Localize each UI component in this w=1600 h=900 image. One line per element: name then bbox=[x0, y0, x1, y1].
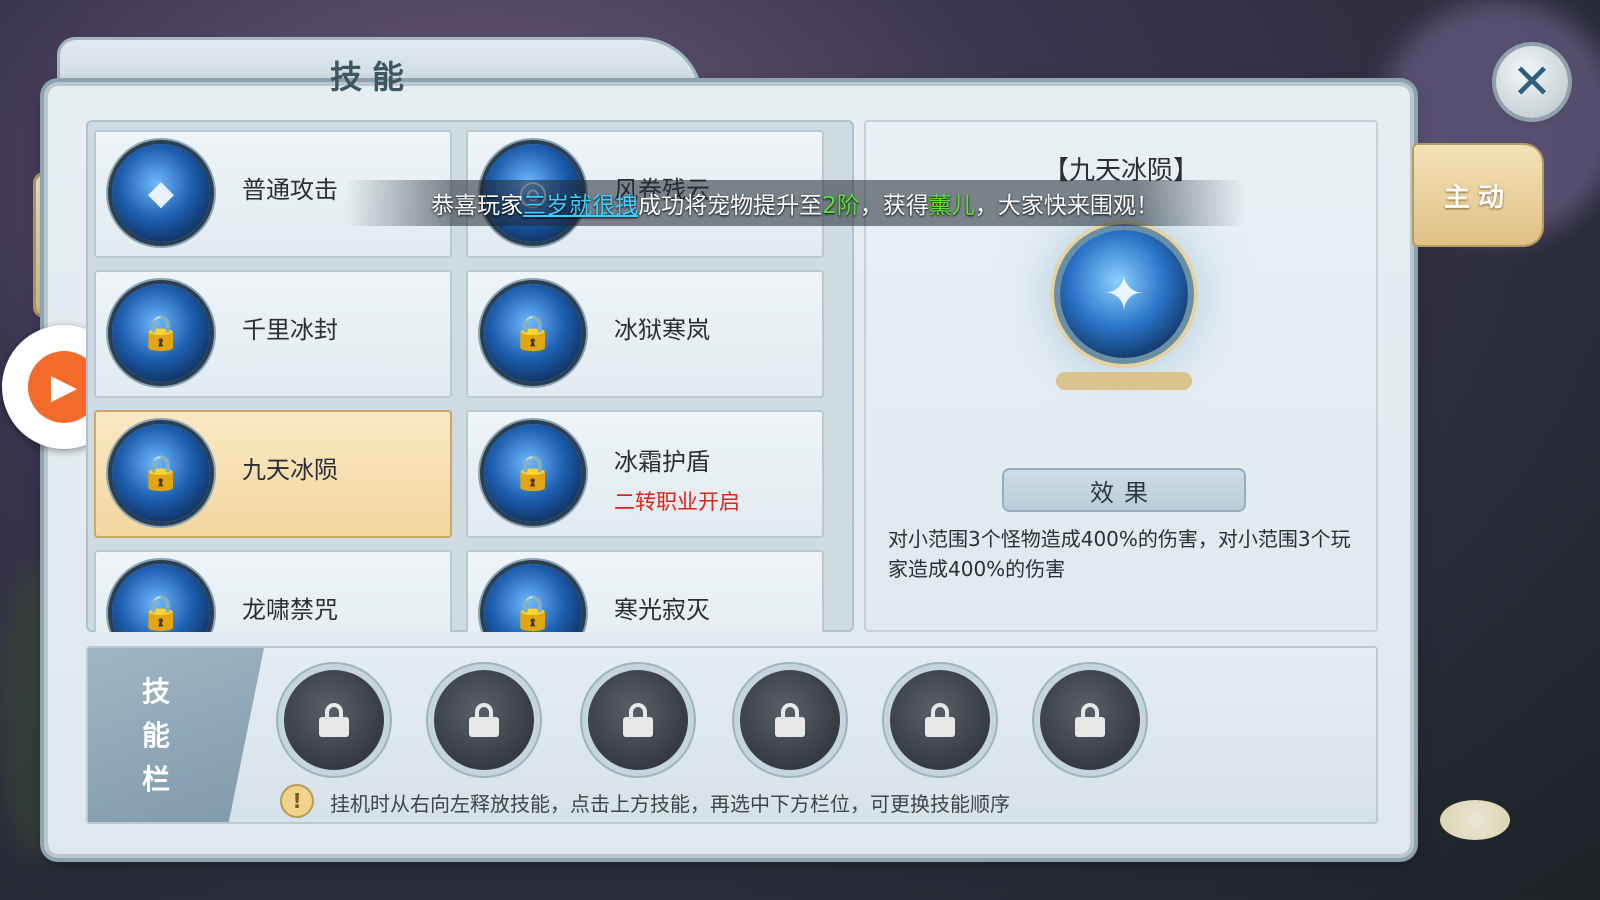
announcement-pet: 薰儿 bbox=[928, 193, 975, 219]
skill-name: 龙啸禁咒 bbox=[242, 596, 338, 624]
skill-card[interactable]: 🔒 龙啸禁咒 bbox=[94, 550, 452, 632]
lotus-decoration bbox=[1440, 800, 1510, 840]
announcement-player-link[interactable]: 三岁就很拽 bbox=[523, 186, 638, 220]
skill-card[interactable]: 🔒 冰霜护盾 二转职业开启 bbox=[466, 410, 824, 538]
skill-bar-label-background bbox=[88, 648, 264, 822]
announcement-prefix: 恭喜玩家 bbox=[431, 193, 524, 219]
lock-icon bbox=[925, 703, 955, 737]
lock-icon bbox=[623, 703, 653, 737]
lock-icon bbox=[1075, 703, 1105, 737]
skill-name: 九天冰陨 bbox=[242, 456, 338, 484]
lock-icon: 🔒 bbox=[484, 424, 582, 522]
lock-icon: 🔒 bbox=[112, 424, 210, 522]
skill-name: 寒光寂灭 bbox=[614, 596, 710, 624]
skill-slot-1[interactable] bbox=[284, 670, 384, 770]
lock-icon: 🔒 bbox=[484, 284, 582, 382]
skill-emblem-icon: ✦ bbox=[1060, 230, 1188, 358]
close-button[interactable]: ✕ bbox=[1496, 46, 1568, 118]
announcement-suffix: ，大家快来围观！ bbox=[974, 193, 1159, 219]
skill-bar-label: 技 能 栏 bbox=[136, 670, 176, 802]
skill-bar: 技 能 栏 ! 挂机时从右向左释放技能，点击上方技能，再选中下方栏位，可更换技能… bbox=[86, 646, 1378, 824]
skill-slot-3[interactable] bbox=[588, 670, 688, 770]
info-icon: ! bbox=[282, 786, 312, 816]
lock-icon bbox=[319, 703, 349, 737]
announcement-middle: 成功将宠物提升至 bbox=[638, 193, 823, 219]
skill-bar-label-char: 能 bbox=[141, 719, 170, 752]
close-icon: ✕ bbox=[1511, 54, 1553, 110]
skill-card[interactable]: 🔒 寒光寂灭 bbox=[466, 550, 824, 632]
tab-active-skills[interactable]: 主动 bbox=[1414, 145, 1542, 245]
window-title: 技能 bbox=[330, 58, 415, 96]
emblem-base bbox=[1056, 372, 1192, 390]
skill-name: 千里冰封 bbox=[242, 316, 338, 344]
effect-banner: 效果 bbox=[1004, 470, 1244, 510]
skill-name: 普通攻击 bbox=[242, 176, 338, 204]
announcement-sep: ，获得 bbox=[859, 193, 929, 219]
skill-slot-5[interactable] bbox=[890, 670, 990, 770]
skill-slot-4[interactable] bbox=[740, 670, 840, 770]
skill-bar-tip: 挂机时从右向左释放技能，点击上方技能，再选中下方栏位，可更换技能顺序 bbox=[330, 792, 1010, 816]
skill-card[interactable]: 🔒 千里冰封 bbox=[94, 270, 452, 398]
lock-icon bbox=[775, 703, 805, 737]
lock-icon: 🔒 bbox=[484, 564, 582, 632]
skill-bar-label-char: 技 bbox=[141, 675, 170, 708]
crystal-icon: ◆ bbox=[112, 144, 210, 242]
skill-name: 冰狱寒岚 bbox=[614, 316, 710, 344]
lock-icon: 🔒 bbox=[112, 564, 210, 632]
skill-card[interactable]: 🔒 冰狱寒岚 bbox=[466, 270, 824, 398]
skill-name: 冰霜护盾 bbox=[614, 448, 710, 476]
lock-icon: 🔒 bbox=[112, 284, 210, 382]
skill-slot-2[interactable] bbox=[434, 670, 534, 770]
skill-slot-6[interactable] bbox=[1040, 670, 1140, 770]
lock-icon bbox=[469, 703, 499, 737]
system-announcement: 恭喜玩家 三岁就很拽 成功将宠物提升至 2阶 ，获得 薰儿 ，大家快来围观！ bbox=[345, 180, 1245, 226]
announcement-level: 2阶 bbox=[822, 193, 860, 219]
skill-card-selected[interactable]: 🔒 九天冰陨 bbox=[94, 410, 452, 538]
effect-description: 对小范围3个怪物造成400%的伤害，对小范围3个玩家造成400%的伤害 bbox=[888, 527, 1351, 581]
skill-bar-label-char: 栏 bbox=[141, 763, 170, 796]
skill-unlock-requirement: 二转职业开启 bbox=[614, 490, 740, 514]
